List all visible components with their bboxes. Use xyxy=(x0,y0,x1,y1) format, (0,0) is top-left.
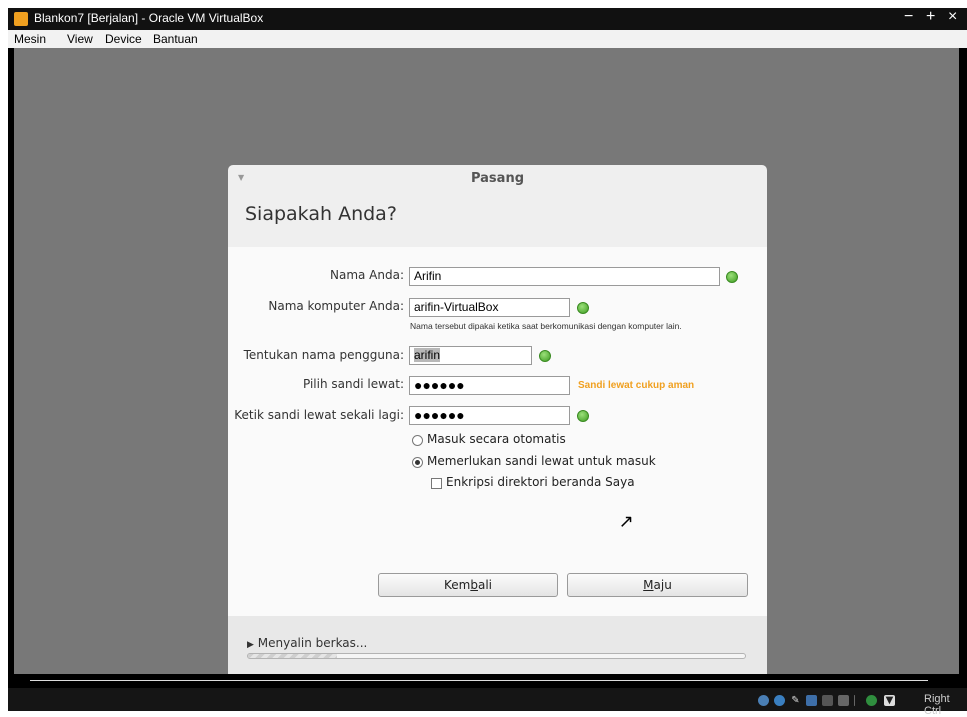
status-bar: ✎ ▼ Right Ctrl xyxy=(8,688,967,717)
confirm-password-ok-icon xyxy=(577,410,589,422)
username-ok-icon xyxy=(539,350,551,362)
forward-button-text-b: aju xyxy=(653,578,672,592)
menu-device[interactable]: Device xyxy=(105,32,142,46)
host-key-label: Right Ctrl xyxy=(924,693,950,717)
hdd-icon[interactable] xyxy=(758,695,769,706)
computer-name-value: arifin-VirtualBox xyxy=(414,300,499,314)
username-value: arifin xyxy=(414,348,441,362)
back-button[interactable]: Kembali xyxy=(378,573,558,597)
auto-login-radio[interactable] xyxy=(412,435,423,446)
computer-name-label: Nama komputer Anda: xyxy=(268,299,404,313)
copy-progress-bar xyxy=(247,653,746,659)
cd-icon[interactable] xyxy=(774,695,785,706)
password-value: ●●●●●● xyxy=(414,377,465,393)
close-button[interactable]: × xyxy=(948,8,957,26)
menu-bar: Mesin View Device Bantuan xyxy=(8,30,967,48)
guest-divider xyxy=(30,680,928,681)
back-button-mnemonic: b xyxy=(470,578,478,592)
encrypt-home-checkbox[interactable] xyxy=(431,478,442,489)
username-input[interactable]: arifin xyxy=(409,346,532,365)
menu-bantuan[interactable]: Bantuan xyxy=(153,32,198,46)
computer-name-input[interactable]: arifin-VirtualBox xyxy=(409,298,570,317)
network-icon[interactable] xyxy=(806,695,817,706)
confirm-password-input[interactable]: ●●●●●● xyxy=(409,406,570,425)
copy-progress-fill xyxy=(248,654,338,658)
copy-status-label: Menyalin berkas... xyxy=(257,636,368,650)
name-ok-icon xyxy=(726,271,738,283)
arrow-down-icon[interactable]: ▼ xyxy=(884,695,895,706)
copy-status[interactable]: ▶ Menyalin berkas... xyxy=(247,636,367,650)
confirm-password-value: ●●●●●● xyxy=(414,407,465,423)
name-label: Nama Anda: xyxy=(329,268,404,282)
capture-icon[interactable] xyxy=(866,695,877,706)
dialog-title: Pasang xyxy=(470,171,525,186)
auto-login-label[interactable]: Masuk secara otomatis xyxy=(427,432,566,446)
forward-button[interactable]: Maju xyxy=(567,573,748,597)
title-bar: Blankon7 [Berjalan] - Oracle VM VirtualB… xyxy=(8,8,967,30)
password-strength-label: Sandi lewat cukup aman xyxy=(578,380,695,391)
user-form-panel: Nama Anda: Arifin Nama komputer Anda: ar… xyxy=(228,247,767,616)
menu-mesin[interactable]: Mesin xyxy=(14,32,46,46)
password-label: Pilih sandi lewat: xyxy=(302,377,404,391)
encrypt-home-label[interactable]: Enkripsi direktori beranda Saya xyxy=(446,475,635,489)
window-title: Blankon7 [Berjalan] - Oracle VM VirtualB… xyxy=(34,11,264,25)
status-separator xyxy=(854,695,855,706)
mouse-pointer-icon: ↑ xyxy=(612,509,639,536)
virtualbox-app-icon xyxy=(14,12,28,26)
usb-icon[interactable]: ✎ xyxy=(790,695,801,706)
require-password-label[interactable]: Memerlukan sandi lewat untuk masuk xyxy=(427,454,656,468)
name-value: Arifin xyxy=(414,269,442,283)
password-input[interactable]: ●●●●●● xyxy=(409,376,570,395)
computer-name-ok-icon xyxy=(577,302,589,314)
confirm-password-label: Ketik sandi lewat sekali lagi: xyxy=(234,408,404,422)
expander-triangle-icon[interactable]: ▶ xyxy=(247,640,254,650)
maximize-button[interactable]: + xyxy=(926,8,935,26)
back-button-text-b: ali xyxy=(477,578,492,592)
require-password-radio[interactable] xyxy=(412,457,423,468)
back-button-text-a: Kem xyxy=(444,578,471,592)
computer-name-hint: Nama tersebut dipakai ketika saat berkom… xyxy=(410,321,682,331)
forward-button-mnemonic: M xyxy=(643,578,654,592)
progress-area: ▶ Menyalin berkas... xyxy=(228,616,767,674)
guest-bottom-bar xyxy=(14,674,959,688)
page-heading: Siapakah Anda? xyxy=(245,203,397,225)
name-input[interactable]: Arifin xyxy=(409,267,720,286)
installer-dialog: ▼ Pasang Siapakah Anda? Nama Anda: Arifi… xyxy=(228,165,767,674)
shared-folder-icon[interactable] xyxy=(822,695,833,706)
display-icon[interactable] xyxy=(838,695,849,706)
minimize-button[interactable]: − xyxy=(904,8,913,26)
menu-view[interactable]: View xyxy=(67,32,93,46)
username-label: Tentukan nama pengguna: xyxy=(243,348,404,362)
